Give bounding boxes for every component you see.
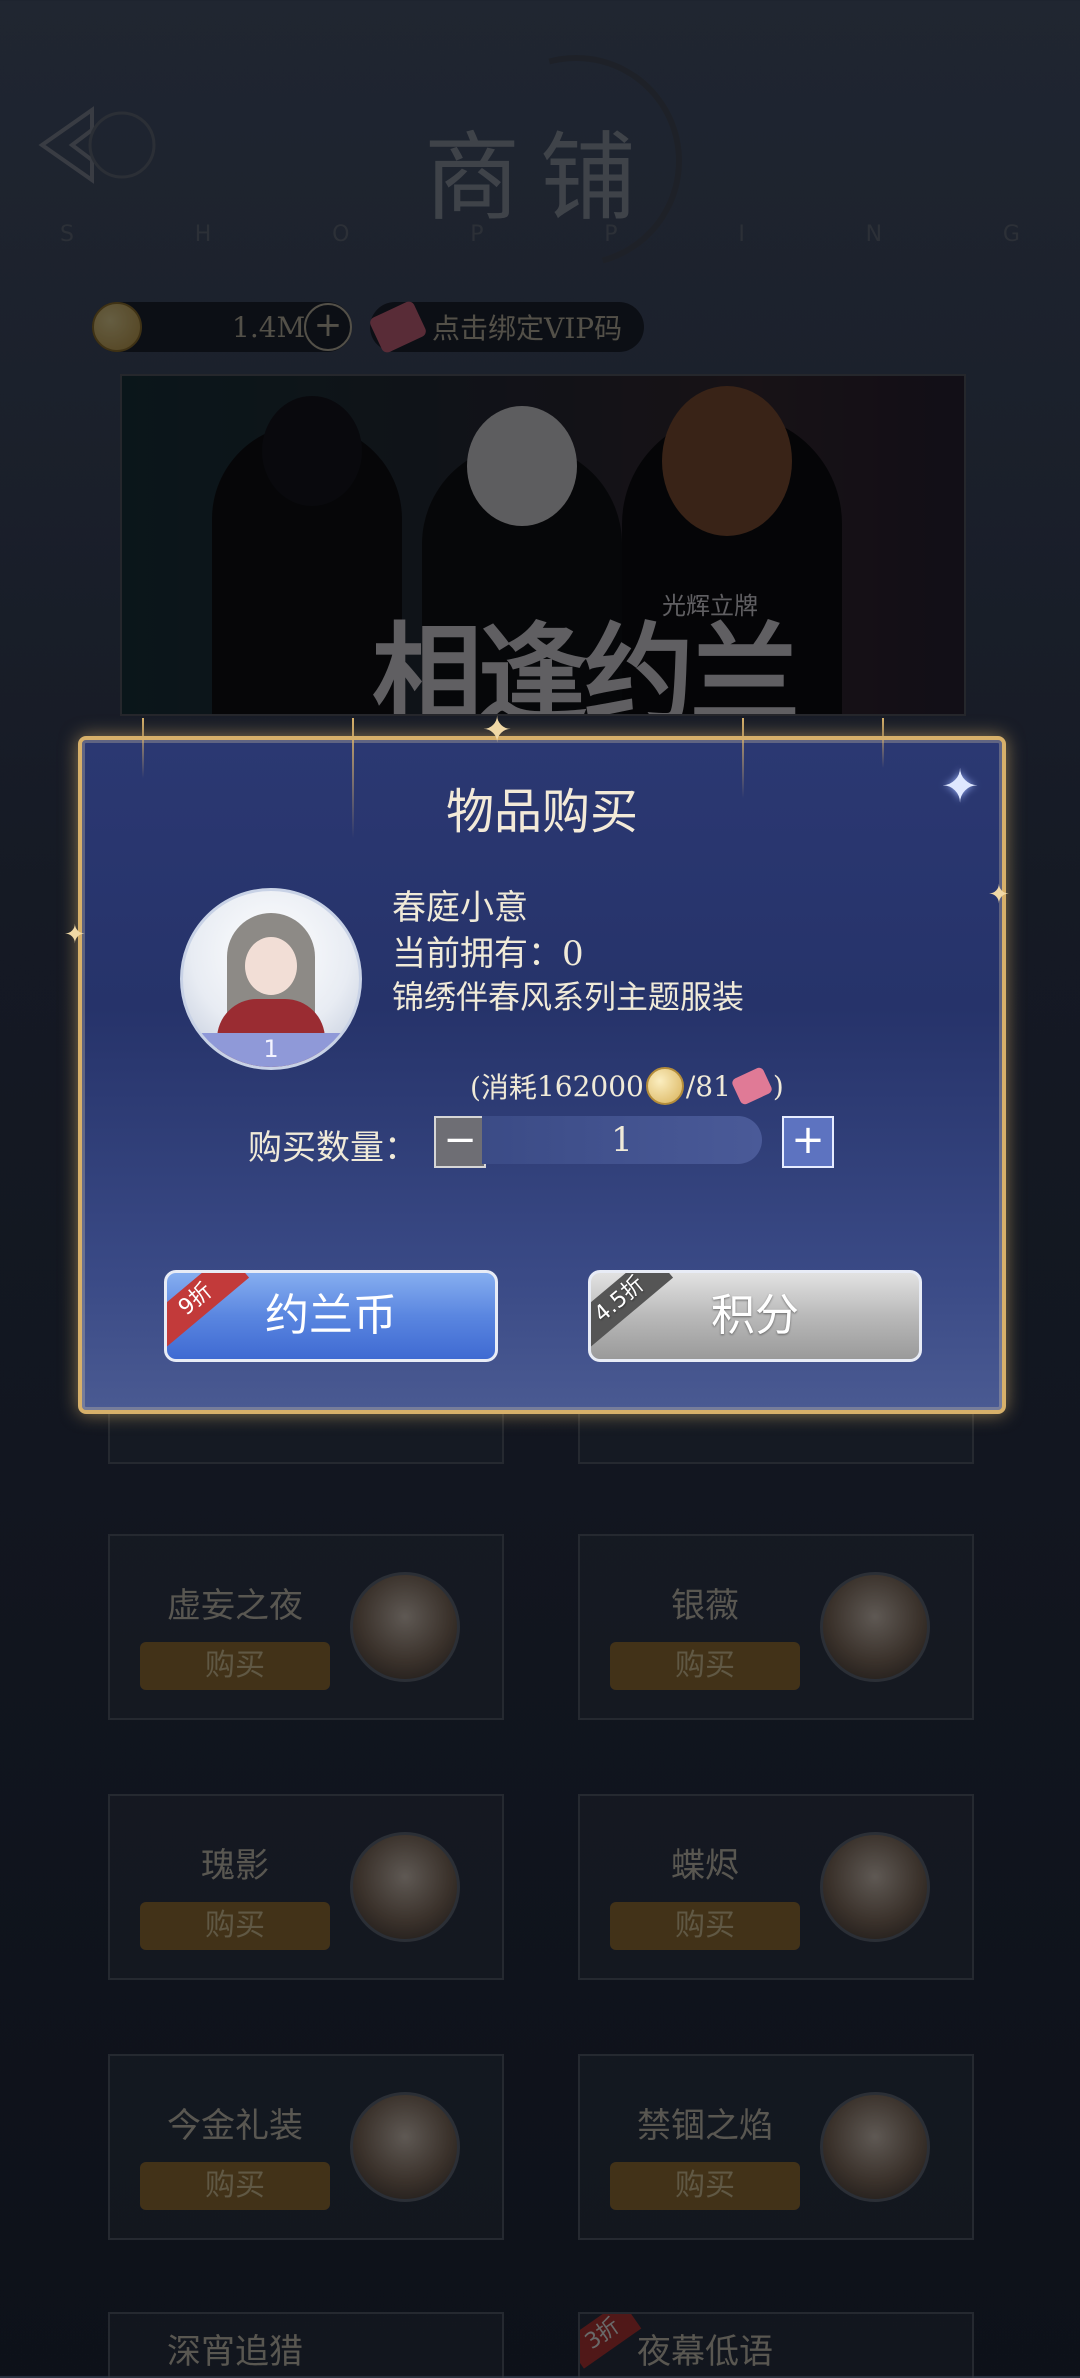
buy-with-points-label: 积分 [711,1290,799,1341]
coin-icon [645,1067,684,1105]
quantity-label: 购买数量： [248,1128,418,1168]
cost-points: 81 [695,1069,731,1103]
buy-with-coins-label: 约兰币 [265,1290,397,1341]
item-count: 1 [183,1033,359,1067]
star-decoration-icon: ✦ [64,920,86,950]
owned-count: 当前拥有：0 [392,934,584,974]
star-decoration-icon: ✦ [482,710,513,751]
quantity-decrease-button[interactable]: − [434,1116,486,1168]
purchase-dialog: ✦ ✦ ✦ 物品购买 ✦ 1 春庭小意 当前拥有：0 锦绣伴春风系列主题服装 (… [64,710,1010,1414]
discount-badge: 4.5折 [591,1273,674,1349]
close-icon[interactable]: ✦ [932,758,988,814]
buy-with-points-button[interactable]: 4.5折 积分 [588,1270,922,1362]
item-portrait: 1 [180,888,362,1070]
quantity-stepper[interactable]: 1 [482,1116,762,1164]
cost-summary: (消耗 162000 / 81 ) [470,1066,784,1106]
discount-badge: 9折 [167,1273,250,1349]
buy-with-coins-button[interactable]: 9折 约兰币 [164,1270,498,1362]
cost-coins: 162000 [536,1069,644,1103]
dialog-title: 物品购买 [445,784,638,840]
ticket-icon [730,1066,774,1106]
item-name: 春庭小意 [392,888,528,928]
star-decoration-icon: ✦ [988,880,1010,910]
item-description: 锦绣伴春风系列主题服装 [392,978,745,1016]
quantity-increase-button[interactable]: + [782,1116,834,1168]
